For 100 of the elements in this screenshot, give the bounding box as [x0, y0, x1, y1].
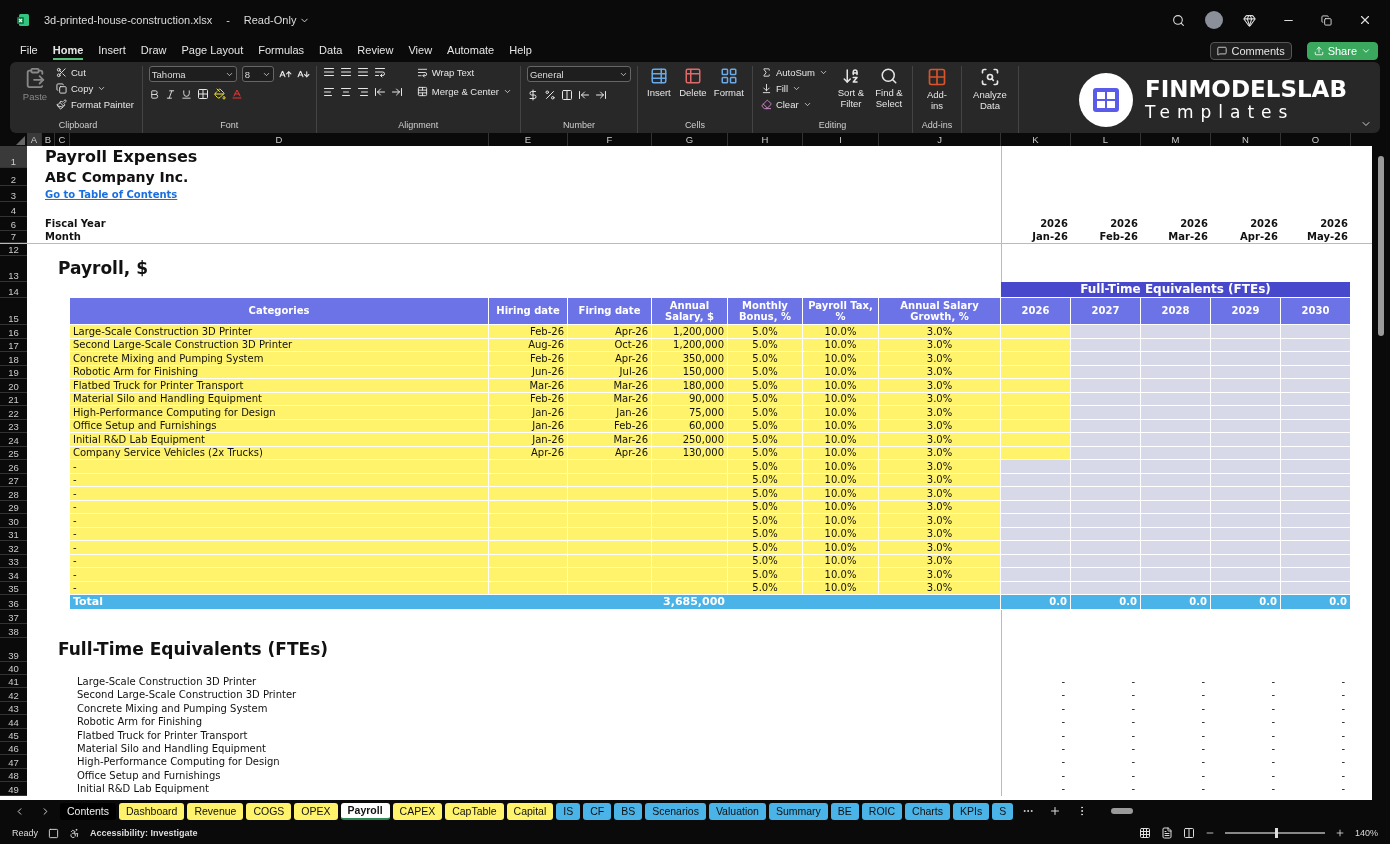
- number-format-dropdown[interactable]: General: [526, 66, 631, 82]
- fte-cell[interactable]: [1211, 325, 1281, 339]
- fte-cell[interactable]: [1071, 406, 1141, 420]
- ribbon-tab[interactable]: File: [20, 42, 38, 60]
- fte-cell[interactable]: [1211, 460, 1281, 474]
- row-number[interactable]: 40: [0, 662, 27, 675]
- percent-icon[interactable]: [543, 89, 556, 101]
- fte-cell[interactable]: [1141, 379, 1211, 393]
- fte-cell[interactable]: [1281, 514, 1351, 528]
- fte-cell[interactable]: [1071, 541, 1141, 555]
- fte-cell[interactable]: [1211, 379, 1281, 393]
- font-size-dropdown[interactable]: 8: [241, 66, 274, 82]
- page-layout-icon[interactable]: [1160, 827, 1173, 839]
- fte-cell[interactable]: [1141, 487, 1211, 501]
- row-number[interactable]: 28: [0, 487, 27, 501]
- row-number[interactable]: 36: [0, 595, 27, 610]
- row-number[interactable]: 39: [0, 638, 27, 662]
- ribbon-tab[interactable]: Page Layout: [181, 42, 244, 60]
- fte-input-cell[interactable]: [1001, 379, 1071, 393]
- row-number[interactable]: 14: [0, 282, 27, 298]
- fte-cell[interactable]: [1281, 433, 1351, 447]
- insert-cells-button[interactable]: Insert: [643, 66, 674, 99]
- ribbon-tab[interactable]: Review: [357, 42, 394, 60]
- sheet-tab[interactable]: OPEX: [294, 802, 338, 820]
- align-right-icon[interactable]: [356, 86, 369, 98]
- sheet-tab[interactable]: BS: [614, 802, 643, 820]
- row-number[interactable]: 34: [0, 568, 27, 582]
- column-header[interactable]: A: [27, 133, 42, 146]
- sheet-tab[interactable]: Revenue: [187, 802, 244, 820]
- sheet-tab[interactable]: IS: [556, 802, 581, 820]
- fte-input-cell[interactable]: [1001, 514, 1071, 528]
- sheet-tab[interactable]: S: [992, 802, 1014, 820]
- ribbon-tab[interactable]: View: [408, 42, 433, 60]
- macro-icon[interactable]: [48, 827, 59, 839]
- row-number[interactable]: 20: [0, 379, 27, 393]
- row-number[interactable]: 30: [0, 514, 27, 528]
- read-only-dropdown[interactable]: Read-Only: [243, 14, 311, 26]
- add-ins-button[interactable]: Add-ins: [918, 66, 955, 112]
- row-number[interactable]: 16: [0, 325, 27, 339]
- sheet-tab[interactable]: Dashboard: [119, 802, 185, 820]
- sheet-tab[interactable]: Capital: [506, 802, 554, 820]
- row-number[interactable]: 12: [0, 244, 27, 256]
- fte-cell[interactable]: [1071, 514, 1141, 528]
- fte-cell[interactable]: [1281, 406, 1351, 420]
- fte-input-cell[interactable]: [1001, 406, 1071, 420]
- row-number[interactable]: 15: [0, 298, 27, 325]
- fte-cell[interactable]: [1071, 460, 1141, 474]
- fte-input-cell[interactable]: [1001, 541, 1071, 555]
- analyze-data-button[interactable]: Analyze Data: [967, 66, 1012, 112]
- fte-input-cell[interactable]: [1001, 487, 1071, 501]
- row-number[interactable]: 4: [0, 202, 27, 217]
- ribbon-tab[interactable]: Home: [52, 42, 84, 60]
- sheet-tab[interactable]: BE: [830, 802, 859, 820]
- row-number[interactable]: 1: [0, 146, 27, 168]
- autosum-button[interactable]: AutoSum: [758, 66, 830, 79]
- ribbon-tab[interactable]: Automate: [447, 42, 495, 60]
- currency-icon[interactable]: [526, 89, 539, 101]
- sheet-tab[interactable]: Payroll: [340, 802, 390, 820]
- sheet-tab[interactable]: COGS: [246, 802, 292, 820]
- bold-icon[interactable]: [148, 88, 160, 100]
- row-number[interactable]: 41: [0, 675, 27, 689]
- normal-view-icon[interactable]: [1138, 827, 1151, 839]
- fte-cell[interactable]: [1071, 487, 1141, 501]
- paste-button[interactable]: Paste: [20, 66, 50, 103]
- underline-icon[interactable]: [180, 88, 192, 100]
- row-number[interactable]: 47: [0, 755, 27, 769]
- fte-cell[interactable]: [1281, 568, 1351, 582]
- fte-cell[interactable]: [1281, 352, 1351, 366]
- format-painter-button[interactable]: Format Painter: [54, 98, 136, 111]
- ribbon-tab[interactable]: Draw: [140, 42, 167, 60]
- find-select-button[interactable]: Find & Select: [871, 66, 906, 110]
- cut-button[interactable]: Cut: [54, 66, 136, 79]
- sheet-tab[interactable]: Charts: [905, 802, 951, 820]
- row-number[interactable]: 42: [0, 688, 27, 702]
- align-top-icon[interactable]: [322, 66, 335, 78]
- format-cells-button[interactable]: Format: [711, 66, 746, 99]
- fte-cell[interactable]: [1141, 460, 1211, 474]
- fte-input-cell[interactable]: [1001, 325, 1071, 339]
- italic-icon[interactable]: [164, 88, 176, 100]
- ribbon-tab[interactable]: Formulas: [258, 42, 305, 60]
- page-break-icon[interactable]: [1182, 827, 1195, 839]
- font-color-icon[interactable]: [230, 88, 243, 100]
- row-number[interactable]: 38: [0, 624, 27, 638]
- fte-cell[interactable]: [1071, 379, 1141, 393]
- align-middle-icon[interactable]: [339, 66, 352, 78]
- fte-cell[interactable]: [1071, 352, 1141, 366]
- align-bottom-icon[interactable]: [356, 66, 369, 78]
- sheet-tab[interactable]: CapTable: [445, 802, 504, 820]
- fte-cell[interactable]: [1211, 406, 1281, 420]
- fte-cell[interactable]: [1281, 379, 1351, 393]
- sheet-tab[interactable]: Valuation: [708, 802, 766, 820]
- fte-cell[interactable]: [1211, 487, 1281, 501]
- row-number[interactable]: 22: [0, 406, 27, 420]
- sheet-tab[interactable]: KPIs: [953, 802, 990, 820]
- copy-button[interactable]: Copy: [54, 82, 136, 95]
- fte-cell[interactable]: [1211, 514, 1281, 528]
- ribbon-tab[interactable]: Data: [319, 42, 343, 60]
- sort-filter-button[interactable]: Sort & Filter: [833, 66, 868, 110]
- fte-input-cell[interactable]: [1001, 433, 1071, 447]
- delete-cells-button[interactable]: Delete: [677, 66, 708, 99]
